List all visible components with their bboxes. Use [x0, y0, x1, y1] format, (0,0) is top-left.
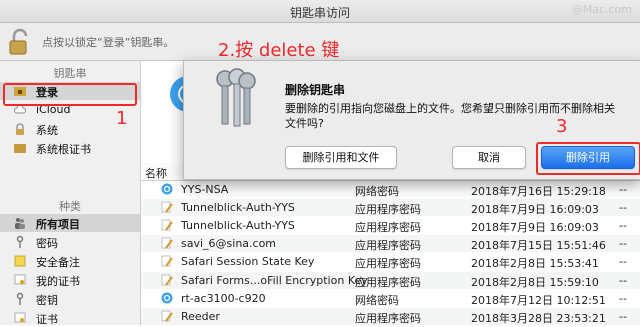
row-kind: 网络密码: [355, 185, 399, 198]
row-name: Safari Session State Key: [181, 255, 315, 269]
lock-icon: [16, 123, 24, 135]
column-name-header[interactable]: 名称: [145, 165, 167, 181]
note-icon: [14, 255, 26, 267]
sidebar-item-my-certificates[interactable]: 我的证书: [0, 271, 140, 289]
row-name: savi_6@sina.com: [181, 237, 277, 251]
row-kind: 应用程序密码: [355, 221, 421, 235]
sidebar-item-label: 安全备注: [36, 256, 80, 269]
key-icon: [16, 236, 24, 248]
row-kind: 应用程序密码: [355, 203, 421, 217]
lock-hint: 点按以锁定“登录”钥匙串。: [42, 36, 175, 49]
table-row[interactable]: Safari Forms...oFill Encryption Key 应用程序密…: [141, 271, 640, 289]
row-extra: --: [619, 273, 627, 287]
row-date: 2018年7月12日 10:12:51: [471, 293, 606, 307]
row-date: 2018年7月9日 16:09:03: [471, 221, 599, 235]
row-kind: 应用程序密码: [355, 257, 421, 271]
globe-icon: [161, 183, 173, 195]
table-row[interactable]: rt-ac3100-c920 网络密码 2018年7月12日 10:12:51 --: [141, 290, 640, 307]
sidebar-item-system-roots[interactable]: 系统根证书: [0, 139, 140, 157]
row-name: Tunnelblick-Auth-YYS: [181, 219, 295, 233]
dialog-message: 要删除的引用指向您磁盘上的文件。您希望只删除引用而不删除相关文件吗?: [285, 102, 615, 130]
row-name: Tunnelblick-Auth-YYS: [181, 201, 295, 215]
keychains-header: 钥匙串: [53, 67, 87, 80]
people-icon: [15, 218, 25, 229]
row-date: 2018年7月9日 16:09:03: [471, 203, 599, 217]
row-date: 2018年3月28日 23:53:21: [471, 311, 606, 325]
title-bar: 钥匙串访问 @Mac.com: [0, 0, 640, 23]
row-kind: 应用程序密码: [355, 239, 421, 253]
delete-ref-and-files-button[interactable]: 删除引用和文件: [285, 146, 397, 169]
sidebar-item-label: 系统: [36, 124, 58, 137]
pencil-icon: [161, 274, 173, 286]
sidebar-item-label: 密码: [36, 237, 58, 250]
sidebar-item-keys[interactable]: 密钥: [0, 290, 140, 308]
globe-icon: [161, 292, 173, 304]
watermark: @Mac.com: [571, 3, 632, 16]
key-icon: [16, 293, 24, 305]
row-extra: --: [619, 237, 627, 251]
row-kind: 应用程序密码: [355, 311, 421, 325]
pencil-icon: [161, 256, 173, 267]
row-extra: --: [619, 291, 627, 305]
annotation-step-2: 2.按 delete 键: [218, 40, 340, 61]
sidebar-item-certificates[interactable]: 证书: [0, 309, 140, 327]
sidebar-item-label: 我的证书: [36, 275, 80, 288]
sidebar-item-secure-notes[interactable]: 安全备注: [0, 252, 140, 270]
certificate-icon: [14, 312, 26, 323]
categories-header: 种类: [59, 200, 81, 213]
pencil-icon: [161, 201, 173, 213]
pencil-icon: [161, 237, 173, 249]
sidebar-item-all-items[interactable]: 所有项目: [0, 214, 140, 232]
table-row[interactable]: Safari Session State Key 应用程序密码 2018年2月8日 …: [141, 253, 640, 270]
folder-icon: [14, 144, 26, 153]
table-row[interactable]: savi_6@sina.com 应用程序密码 2018年7月15日 15:51:46…: [141, 235, 640, 253]
unlocked-padlock-icon[interactable]: [8, 28, 32, 56]
row-name: Reeder: [181, 309, 220, 323]
certificate-icon: [14, 274, 26, 285]
row-date: 2018年7月16日 15:29:18: [471, 185, 606, 198]
table-row[interactable]: Tunnelblick-Auth-YYS 应用程序密码 2018年7月9日 16:0…: [141, 199, 640, 217]
login-highlight-box: [3, 83, 137, 106]
row-extra: --: [619, 201, 627, 215]
delete-reference-highlight-box: [536, 142, 640, 175]
row-extra: --: [619, 255, 627, 269]
row-extra: --: [619, 219, 627, 233]
row-name: Safari Forms...oFill Encryption Key: [181, 273, 368, 287]
dialog-title: 删除钥匙串: [285, 83, 346, 97]
row-kind: 应用程序密码: [355, 275, 421, 289]
row-date: 2018年2月8日 15:59:10: [471, 275, 599, 289]
pencil-icon: [161, 310, 173, 322]
annotation-step-1: 1: [116, 108, 128, 129]
pencil-icon: [161, 219, 173, 231]
table-row[interactable]: Tunnelblick-Auth-YYS 应用程序密码 2018年7月9日 16:0…: [141, 217, 640, 234]
sidebar-item-label: 密钥: [36, 294, 58, 307]
row-date: 2018年7月15日 15:51:46: [471, 239, 606, 253]
sidebar-item-passwords[interactable]: 密码: [0, 233, 140, 251]
row-extra: --: [619, 309, 627, 323]
window-title: 钥匙串访问: [289, 6, 350, 20]
table-row[interactable]: YYS-NSA 网络密码 2018年7月16日 15:29:18 --: [141, 181, 640, 198]
annotation-step-3: 3: [556, 116, 568, 137]
row-name: YYS-NSA: [181, 183, 229, 196]
keys-icon: [216, 68, 256, 127]
cancel-button[interactable]: 取消: [452, 146, 526, 169]
row-kind: 网络密码: [355, 293, 399, 307]
sidebar-item-label: 所有项目: [36, 218, 80, 231]
row-name: rt-ac3100-c920: [181, 291, 266, 305]
row-extra: --: [619, 183, 627, 196]
table-row[interactable]: Reeder 应用程序密码 2018年3月28日 23:53:21 --: [141, 307, 640, 325]
row-date: 2018年2月8日 15:53:41: [471, 257, 599, 271]
sidebar-item-label: 系统根证书: [36, 143, 91, 156]
